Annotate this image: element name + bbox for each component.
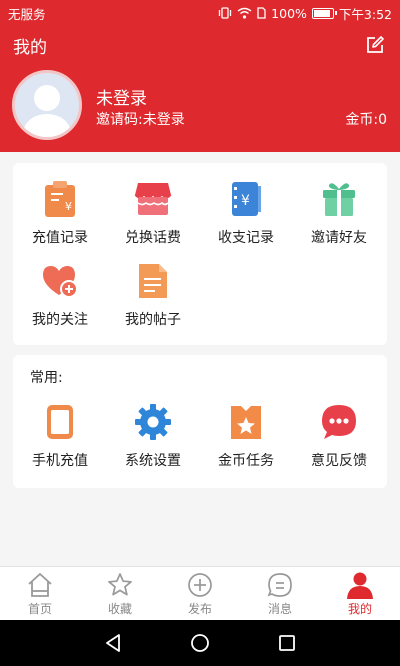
invite-code: 邀请码:未登录 — [96, 112, 185, 128]
tab-mine[interactable]: 我的 — [320, 567, 400, 620]
user-icon — [346, 571, 374, 599]
svg-text:¥: ¥ — [241, 193, 250, 209]
grid-item-label: 收支记录 — [218, 230, 274, 246]
tab-label: 消息 — [267, 601, 292, 616]
grid-item-my-posts[interactable]: 我的帖子 — [106, 261, 200, 329]
system-nav-bar — [0, 620, 400, 666]
grid-item-label: 我的帖子 — [125, 312, 181, 328]
default-avatar-icon — [22, 85, 72, 137]
tab-label: 发布 — [187, 601, 212, 616]
grid-item-label: 意见反馈 — [311, 453, 367, 469]
title-bar: 我的 — [0, 26, 400, 64]
grid-item-label: 金币任务 — [218, 453, 274, 469]
star-icon — [106, 571, 134, 599]
grid-item-exchange-credit[interactable]: 兑换话费 — [106, 179, 200, 247]
tab-home[interactable]: 首页 — [0, 567, 80, 620]
gear-icon — [133, 402, 173, 442]
battery-percent: 100% — [271, 5, 307, 21]
tab-label: 我的 — [347, 601, 372, 616]
common-card: 常用: 手机充值 系统设置 金币任务 意见反馈 — [13, 355, 387, 488]
heart-plus-icon — [40, 261, 80, 301]
tab-label: 首页 — [27, 601, 52, 616]
grid-item-recharge-record[interactable]: ¥ 充值记录 — [13, 179, 107, 247]
tab-favorites[interactable]: 收藏 — [80, 567, 160, 620]
grid-item-ledger[interactable]: ¥ 收支记录 — [199, 179, 293, 247]
common-section-title: 常用: — [30, 370, 63, 386]
task-star-icon — [226, 402, 266, 442]
grid-item-phone-recharge[interactable]: 手机充值 — [13, 402, 107, 470]
gift-icon — [319, 179, 359, 219]
records-card: ¥ 充值记录 兑换话费 ¥ 收支记录 邀请好友 我的关注 我的帖子 — [13, 163, 387, 345]
edit-button[interactable] — [363, 33, 387, 57]
edit-icon — [367, 36, 384, 53]
bottom-tab-bar: 首页 收藏 发布 消息 我的 — [0, 566, 400, 620]
svg-text:¥: ¥ — [65, 200, 72, 213]
grid-item-label: 系统设置 — [125, 453, 181, 469]
plus-circle-icon — [186, 571, 214, 599]
message-icon — [266, 571, 294, 599]
home-icon — [26, 571, 54, 599]
home-circle-icon — [191, 634, 209, 652]
status-bar: 无服务 100% 下午3:52 — [0, 0, 400, 26]
page-title: 我的 — [13, 37, 47, 58]
profile-section: 未登录 邀请码:未登录 金币:0 — [0, 64, 400, 152]
vibrate-icon — [219, 7, 232, 19]
back-triangle-icon — [106, 634, 121, 652]
profile-name[interactable]: 未登录 — [96, 84, 147, 109]
store-icon — [133, 179, 173, 219]
document-icon — [133, 261, 173, 301]
grid-item-label: 充值记录 — [32, 230, 88, 246]
tab-messages[interactable]: 消息 — [240, 567, 320, 620]
nav-home-button[interactable] — [188, 631, 212, 655]
recents-square-icon — [278, 635, 295, 651]
carrier-label: 无服务 — [8, 6, 46, 22]
coin-balance: 金币:0 — [345, 112, 387, 128]
sim-icon — [257, 7, 266, 19]
grid-item-invite-friends[interactable]: 邀请好友 — [292, 179, 386, 247]
grid-item-feedback[interactable]: 意见反馈 — [292, 402, 386, 470]
nav-back-button[interactable] — [101, 631, 125, 655]
grid-item-label: 我的关注 — [32, 312, 88, 328]
tab-publish[interactable]: 发布 — [160, 567, 240, 620]
grid-item-settings[interactable]: 系统设置 — [106, 402, 200, 470]
recharge-record-icon: ¥ — [40, 179, 80, 219]
nav-recents-button[interactable] — [275, 631, 299, 655]
tablet-icon — [40, 402, 80, 442]
grid-item-coin-tasks[interactable]: 金币任务 — [199, 402, 293, 470]
wifi-icon — [237, 7, 252, 19]
battery-icon — [311, 7, 337, 19]
chat-bubble-icon — [319, 402, 359, 442]
grid-item-label: 手机充值 — [32, 453, 88, 469]
avatar[interactable] — [12, 70, 82, 140]
ledger-icon: ¥ — [226, 179, 266, 219]
grid-item-my-follows[interactable]: 我的关注 — [13, 261, 107, 329]
tab-label: 收藏 — [107, 601, 132, 616]
grid-item-label: 邀请好友 — [311, 230, 367, 246]
clock: 下午3:52 — [338, 6, 392, 22]
grid-item-label: 兑换话费 — [125, 230, 181, 246]
